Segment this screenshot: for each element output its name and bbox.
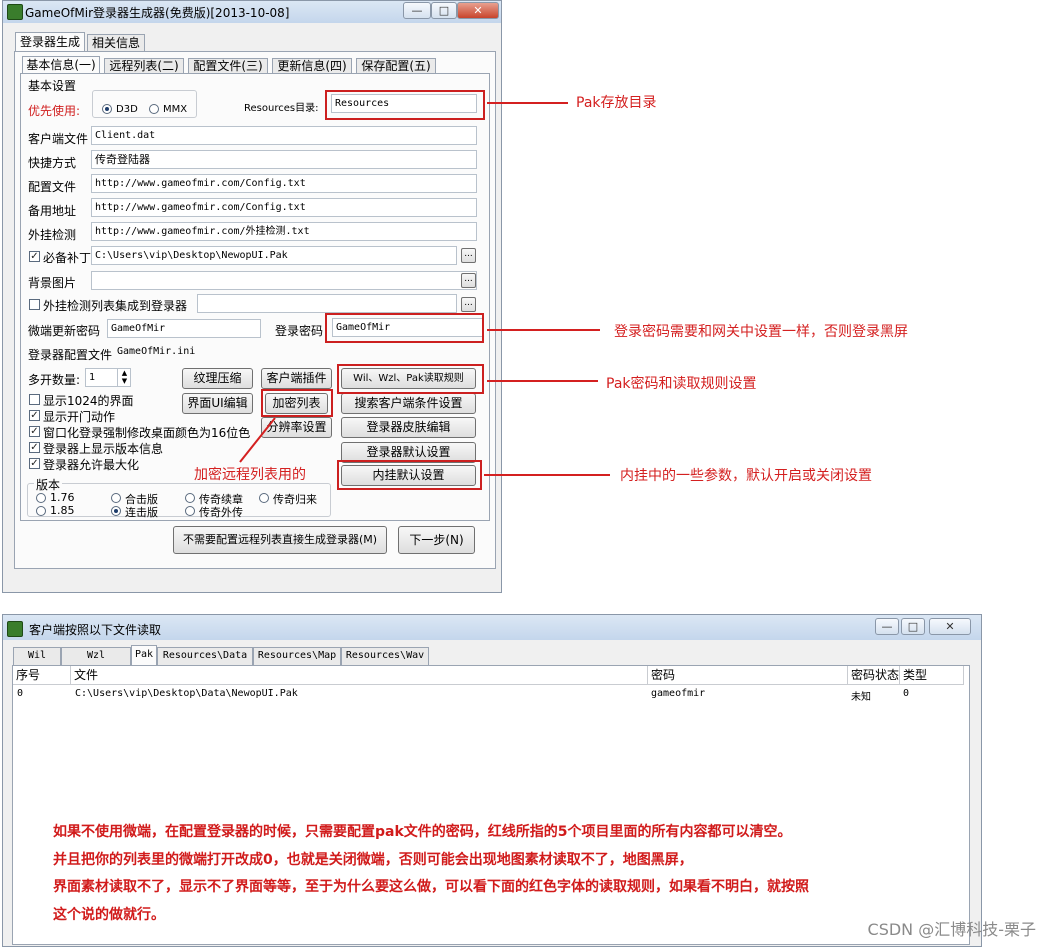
- annotation-login-password: 登录密码需要和网关中设置一样，否则登录黑屏: [614, 324, 908, 340]
- column-password[interactable]: 密码: [648, 666, 848, 685]
- title-bar-2: 客户端按照以下文件读取 — □ ✕: [3, 615, 981, 640]
- row-index: 0: [17, 688, 24, 699]
- column-index[interactable]: 序号: [13, 666, 71, 685]
- watermark: CSDN @汇博科技-栗子: [867, 920, 1036, 939]
- annotation-pak-dir: Pak存放目录: [576, 95, 657, 111]
- annotation-encrypt-remote: 加密远程列表用的: [194, 467, 306, 483]
- note-line-2: 并且把你的列表里的微端打开改成0，也就是关闭微端，否则可能会出现地图素材读取不了…: [53, 852, 693, 868]
- tab-pak[interactable]: Pak: [131, 645, 157, 665]
- note-line-1: 如果不使用微端，在配置登录器的时候，只需要配置pak文件的密码，红线所指的5个项…: [53, 824, 792, 840]
- tab-wil[interactable]: Wil: [13, 647, 61, 665]
- close-icon-2[interactable]: ✕: [929, 618, 971, 635]
- file-read-window: 客户端按照以下文件读取 — □ ✕ Wil Wzl Pak Resources\…: [2, 614, 982, 947]
- tab-resources-wav[interactable]: Resources\Wav: [341, 647, 429, 665]
- row-password: gameofmir: [651, 688, 706, 699]
- column-file[interactable]: 文件: [71, 666, 648, 685]
- tab-wzl[interactable]: Wzl: [61, 647, 131, 665]
- tab-resources-map[interactable]: Resources\Map: [253, 647, 341, 665]
- column-status[interactable]: 密码状态: [848, 666, 900, 685]
- note-line-3: 界面素材读取不了，显示不了界面等等，至于为什么要这么做，可以看下面的红色字体的读…: [53, 879, 809, 895]
- column-type[interactable]: 类型: [900, 666, 964, 685]
- window2-title: 客户端按照以下文件读取: [29, 623, 162, 637]
- table-row[interactable]: 0 C:\Users\vip\Desktop\Data\NewopUI.Pak …: [13, 686, 964, 704]
- row-type: 0: [903, 688, 910, 699]
- annotation-builtin: 内挂中的一些参数，默认开启或关闭设置: [620, 468, 872, 484]
- app-icon-2: [7, 621, 23, 637]
- annotation-pak-rules: Pak密码和读取规则设置: [606, 376, 757, 392]
- row-file: C:\Users\vip\Desktop\Data\NewopUI.Pak: [75, 688, 298, 699]
- minimize-icon-2[interactable]: —: [875, 618, 899, 635]
- note-line-4: 这个说的做就行。: [53, 907, 165, 923]
- row-status: 未知: [851, 692, 871, 703]
- tab-resources-data[interactable]: Resources\Data: [157, 647, 253, 665]
- maximize-icon-2[interactable]: □: [901, 618, 925, 635]
- file-list[interactable]: 序号 文件 密码 密码状态 类型 0 C:\Users\vip\Desktop\…: [12, 665, 970, 945]
